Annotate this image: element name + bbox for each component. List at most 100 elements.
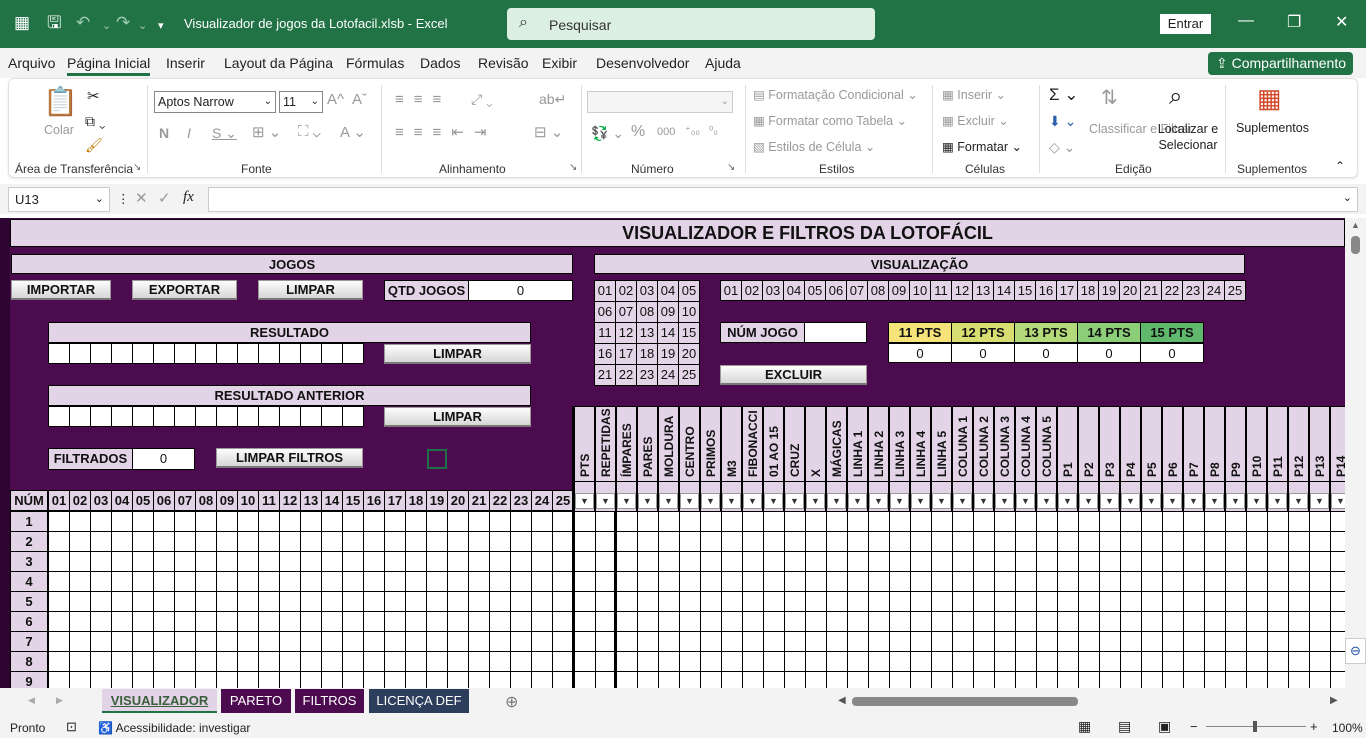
game-number-cell[interactable]: [300, 511, 322, 532]
game-number-cell[interactable]: [552, 671, 574, 688]
game-number-cell[interactable]: [237, 551, 259, 572]
game-number-cell[interactable]: [111, 631, 133, 652]
zoom-level[interactable]: 100%: [1332, 721, 1363, 735]
filter-value-cell[interactable]: [931, 671, 953, 688]
game-number-cell[interactable]: [531, 631, 553, 652]
filter-dropdown-button[interactable]: ▼: [995, 493, 1014, 509]
filter-value-cell[interactable]: [1225, 651, 1247, 672]
game-number-cell[interactable]: [300, 651, 322, 672]
game-number-cell[interactable]: [237, 611, 259, 632]
game-number-cell[interactable]: [195, 671, 217, 688]
game-number-cell[interactable]: [111, 531, 133, 552]
filter-value-cell[interactable]: [1015, 551, 1037, 572]
filter-value-cell[interactable]: [763, 611, 785, 632]
filter-value-cell[interactable]: [763, 571, 785, 592]
game-number-cell[interactable]: [447, 671, 469, 688]
filter-value-cell[interactable]: [868, 651, 890, 672]
filter-dropdown-button[interactable]: ▼: [932, 493, 951, 509]
filter-value-cell[interactable]: [784, 591, 806, 612]
zoom-in-icon[interactable]: +: [1310, 719, 1318, 734]
filter-value-cell[interactable]: [931, 551, 953, 572]
filter-value-cell[interactable]: [1078, 591, 1100, 612]
game-number-cell[interactable]: [216, 511, 238, 532]
filter-value-cell[interactable]: [826, 511, 848, 532]
game-number-cell[interactable]: [174, 671, 196, 688]
filter-value-cell[interactable]: [1288, 611, 1310, 632]
game-number-cell[interactable]: [426, 671, 448, 688]
filter-value-cell[interactable]: [1309, 551, 1331, 572]
game-number-cell[interactable]: [363, 671, 385, 688]
game-number-cell[interactable]: [384, 531, 406, 552]
filter-value-cell[interactable]: [1036, 531, 1058, 552]
filter-value-cell[interactable]: [679, 511, 701, 532]
game-number-cell[interactable]: [90, 611, 112, 632]
result-number-cell[interactable]: [300, 406, 322, 427]
game-number-cell[interactable]: [300, 531, 322, 552]
importar-button[interactable]: IMPORTAR: [11, 280, 111, 300]
filter-value-cell[interactable]: [952, 571, 974, 592]
game-number-cell[interactable]: [426, 591, 448, 612]
filter-value-cell[interactable]: [1183, 531, 1205, 552]
game-number-cell[interactable]: [132, 671, 154, 688]
game-number-cell[interactable]: [300, 611, 322, 632]
result-number-cell[interactable]: [279, 406, 301, 427]
filter-value-cell[interactable]: [1246, 591, 1268, 612]
game-number-cell[interactable]: [111, 671, 133, 688]
game-number-cell[interactable]: [426, 651, 448, 672]
filter-value-cell[interactable]: [1120, 531, 1142, 552]
filter-value-cell[interactable]: [1309, 671, 1331, 688]
filter-value-cell[interactable]: [1309, 571, 1331, 592]
filter-value-cell[interactable]: [700, 571, 722, 592]
game-number-cell[interactable]: [384, 611, 406, 632]
game-number-cell[interactable]: [300, 591, 322, 612]
paste-label[interactable]: Colar: [44, 123, 74, 137]
filter-value-cell[interactable]: [1330, 571, 1345, 592]
game-number-cell[interactable]: [195, 651, 217, 672]
game-number-cell[interactable]: [468, 551, 490, 572]
filter-dropdown-button[interactable]: ▼: [575, 493, 594, 509]
game-number-cell[interactable]: [552, 611, 574, 632]
game-number-cell[interactable]: [321, 651, 343, 672]
filter-value-cell[interactable]: [721, 651, 743, 672]
game-number-cell[interactable]: [237, 671, 259, 688]
filter-value-cell[interactable]: [1057, 551, 1079, 572]
filter-value-cell[interactable]: [658, 591, 680, 612]
game-number-cell[interactable]: [405, 571, 427, 592]
filter-value-cell[interactable]: [679, 571, 701, 592]
game-number-cell[interactable]: [447, 551, 469, 572]
filter-value-cell[interactable]: [1162, 551, 1184, 572]
filter-value-cell[interactable]: [1204, 571, 1226, 592]
result-number-cell[interactable]: [48, 406, 70, 427]
game-number-cell[interactable]: [363, 571, 385, 592]
game-number-cell[interactable]: [111, 551, 133, 572]
filter-value-cell[interactable]: [1099, 651, 1121, 672]
filter-value-cell[interactable]: [679, 651, 701, 672]
filter-value-cell[interactable]: [679, 551, 701, 572]
filter-value-cell[interactable]: [994, 631, 1016, 652]
filter-value-cell[interactable]: [1120, 611, 1142, 632]
filter-dropdown-button[interactable]: ▼: [911, 493, 930, 509]
game-number-cell[interactable]: [69, 651, 91, 672]
filter-value-cell[interactable]: [994, 511, 1016, 532]
game-number-cell[interactable]: [69, 511, 91, 532]
game-number-cell[interactable]: [90, 511, 112, 532]
game-number-cell[interactable]: [237, 531, 259, 552]
filter-value-cell[interactable]: [763, 511, 785, 532]
game-number-cell[interactable]: [510, 651, 532, 672]
collapse-ribbon-icon[interactable]: ⌃: [1335, 159, 1345, 173]
game-number-cell[interactable]: [489, 511, 511, 532]
filter-dropdown-button[interactable]: ▼: [1226, 493, 1245, 509]
game-number-cell[interactable]: [426, 531, 448, 552]
game-number-cell[interactable]: [153, 631, 175, 652]
cancel-icon[interactable]: ✕: [135, 189, 148, 207]
game-number-cell[interactable]: [153, 611, 175, 632]
tab-desenvolvedor[interactable]: Desenvolvedor: [596, 55, 689, 71]
filter-value-cell[interactable]: [1078, 611, 1100, 632]
game-number-cell[interactable]: [300, 571, 322, 592]
filter-value-cell[interactable]: [742, 511, 764, 532]
game-number-cell[interactable]: [90, 551, 112, 572]
filter-value-cell[interactable]: [742, 551, 764, 572]
filter-value-cell[interactable]: [1330, 531, 1345, 552]
game-number-cell[interactable]: [90, 671, 112, 688]
game-number-cell[interactable]: [321, 631, 343, 652]
